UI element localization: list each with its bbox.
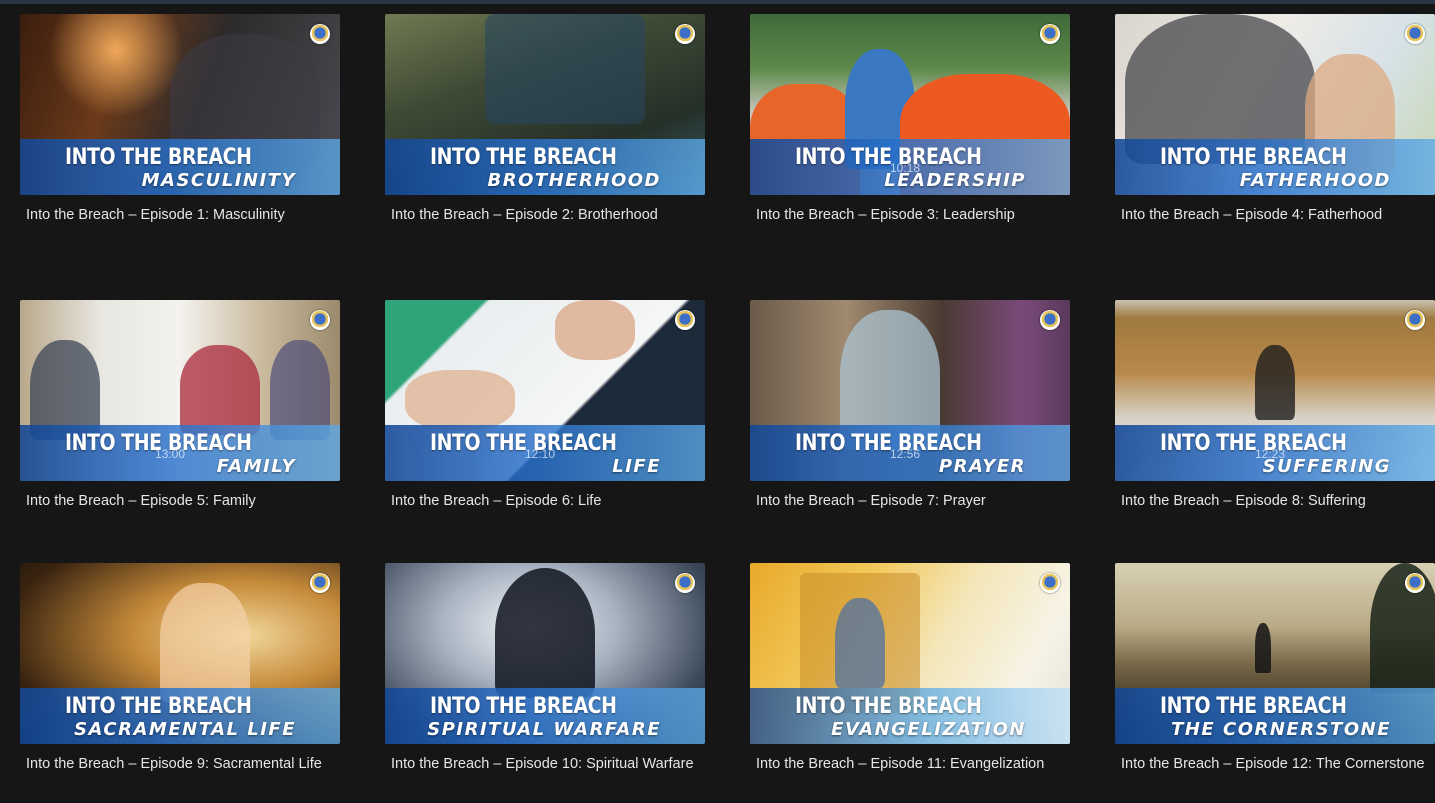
episode-title-link[interactable]: Into the Breach – Episode 2: Brotherhood <box>385 203 703 228</box>
knights-emblem-icon <box>675 24 695 44</box>
episode-card[interactable]: INTO THE BREACH EVANGELIZATION Into the … <box>750 563 1070 777</box>
episode-card[interactable]: INTO THE BREACH 12:10 LIFE Into the Brea… <box>385 300 705 514</box>
episode-title-link[interactable]: Into the Breach – Episode 3: Leadership <box>750 203 1068 228</box>
episode-thumbnail[interactable]: INTO THE BREACH FATHERHOOD <box>1115 14 1435 195</box>
episode-card[interactable]: INTO THE BREACH 10:18 LEADERSHIP Into th… <box>750 14 1070 228</box>
episode-title-link[interactable]: Into the Breach – Episode 9: Sacramental… <box>20 752 338 777</box>
banner-subtitle: EVANGELIZATION <box>831 719 1026 740</box>
banner-subtitle: LEADERSHIP <box>884 170 1026 191</box>
banner-title: INTO THE BREACH <box>1160 145 1347 170</box>
banner-subtitle: PRAYER <box>938 456 1026 477</box>
title-banner: INTO THE BREACH 12:56 PRAYER <box>750 425 1070 481</box>
title-banner: INTO THE BREACH EVANGELIZATION <box>750 688 1070 744</box>
duration-label: 12:10 <box>525 447 556 461</box>
banner-title: INTO THE BREACH <box>795 694 982 719</box>
duration-label: 13:00 <box>155 447 186 461</box>
title-banner: INTO THE BREACH THE CORNERSTONE <box>1115 688 1435 744</box>
knights-emblem-icon <box>1405 24 1425 44</box>
duration-label: 12:56 <box>890 447 921 461</box>
title-banner: INTO THE BREACH FATHERHOOD <box>1115 139 1435 195</box>
knights-emblem-icon <box>1040 573 1060 593</box>
banner-title: INTO THE BREACH <box>430 431 617 456</box>
banner-title: INTO THE BREACH <box>1160 694 1347 719</box>
title-banner: INTO THE BREACH 10:18 LEADERSHIP <box>750 139 1070 195</box>
title-banner: INTO THE BREACH SACRAMENTAL LIFE <box>20 688 340 744</box>
banner-subtitle: BROTHERHOOD <box>487 170 661 191</box>
title-banner: INTO THE BREACH 12:10 LIFE <box>385 425 705 481</box>
episode-thumbnail[interactable]: INTO THE BREACH 12:56 PRAYER <box>750 300 1070 481</box>
banner-subtitle: MASCULINITY <box>141 170 296 191</box>
knights-emblem-icon <box>310 310 330 330</box>
episode-card[interactable]: INTO THE BREACH FATHERHOOD Into the Brea… <box>1115 14 1435 228</box>
banner-subtitle: LIFE <box>612 456 661 477</box>
episode-title-link[interactable]: Into the Breach – Episode 1: Masculinity <box>20 203 338 228</box>
episode-title-link[interactable]: Into the Breach – Episode 5: Family <box>20 489 338 514</box>
episode-card[interactable]: INTO THE BREACH BROTHERHOOD Into the Bre… <box>385 14 705 228</box>
knights-emblem-icon <box>310 573 330 593</box>
episode-thumbnail[interactable]: INTO THE BREACH BROTHERHOOD <box>385 14 705 195</box>
title-banner: INTO THE BREACH BROTHERHOOD <box>385 139 705 195</box>
episode-title-link[interactable]: Into the Breach – Episode 11: Evangeliza… <box>750 752 1068 777</box>
banner-subtitle: FAMILY <box>216 456 296 477</box>
banner-title: INTO THE BREACH <box>65 145 252 170</box>
knights-emblem-icon <box>1040 310 1060 330</box>
episode-thumbnail[interactable]: INTO THE BREACH 10:18 LEADERSHIP <box>750 14 1070 195</box>
title-banner: INTO THE BREACH MASCULINITY <box>20 139 340 195</box>
banner-subtitle: SPIRITUAL WARFARE <box>427 719 661 740</box>
episode-title-link[interactable]: Into the Breach – Episode 12: The Corner… <box>1115 752 1433 777</box>
episode-title-link[interactable]: Into the Breach – Episode 8: Suffering <box>1115 489 1433 514</box>
banner-subtitle: SACRAMENTAL LIFE <box>74 719 296 740</box>
banner-title: INTO THE BREACH <box>795 145 982 170</box>
episode-thumbnail[interactable]: INTO THE BREACH 12:10 LIFE <box>385 300 705 481</box>
episode-card[interactable]: INTO THE BREACH MASCULINITY Into the Bre… <box>20 14 340 228</box>
banner-subtitle: THE CORNERSTONE <box>1171 719 1391 740</box>
title-banner: INTO THE BREACH 13:00 FAMILY <box>20 425 340 481</box>
episode-card[interactable]: INTO THE BREACH 12:56 PRAYER Into the Br… <box>750 300 1070 514</box>
banner-title: INTO THE BREACH <box>430 694 617 719</box>
episode-thumbnail[interactable]: INTO THE BREACH SACRAMENTAL LIFE <box>20 563 340 744</box>
episode-thumbnail[interactable]: INTO THE BREACH SPIRITUAL WARFARE <box>385 563 705 744</box>
knights-emblem-icon <box>1040 24 1060 44</box>
knights-emblem-icon <box>310 24 330 44</box>
banner-title: INTO THE BREACH <box>795 431 982 456</box>
knights-emblem-icon <box>1405 573 1425 593</box>
knights-emblem-icon <box>675 573 695 593</box>
banner-title: INTO THE BREACH <box>65 694 252 719</box>
episode-thumbnail[interactable]: INTO THE BREACH THE CORNERSTONE <box>1115 563 1435 744</box>
episode-title-link[interactable]: Into the Breach – Episode 6: Life <box>385 489 703 514</box>
episode-card[interactable]: INTO THE BREACH 13:00 FAMILY Into the Br… <box>20 300 340 514</box>
episode-thumbnail[interactable]: INTO THE BREACH 13:00 FAMILY <box>20 300 340 481</box>
banner-title: INTO THE BREACH <box>430 145 617 170</box>
episode-title-link[interactable]: Into the Breach – Episode 7: Prayer <box>750 489 1068 514</box>
title-banner: INTO THE BREACH SPIRITUAL WARFARE <box>385 688 705 744</box>
episode-title-link[interactable]: Into the Breach – Episode 10: Spiritual … <box>385 752 703 777</box>
title-banner: INTO THE BREACH 12:23 SUFFERING <box>1115 425 1435 481</box>
knights-emblem-icon <box>1405 310 1425 330</box>
banner-subtitle: FATHERHOOD <box>1239 170 1391 191</box>
episode-thumbnail[interactable]: INTO THE BREACH EVANGELIZATION <box>750 563 1070 744</box>
episode-card[interactable]: INTO THE BREACH SACRAMENTAL LIFE Into th… <box>20 563 340 777</box>
episode-thumbnail[interactable]: INTO THE BREACH MASCULINITY <box>20 14 340 195</box>
episode-card[interactable]: INTO THE BREACH THE CORNERSTONE Into the… <box>1115 563 1435 777</box>
episode-card[interactable]: INTO THE BREACH SPIRITUAL WARFARE Into t… <box>385 563 705 777</box>
banner-title: INTO THE BREACH <box>1160 431 1347 456</box>
episode-grid: INTO THE BREACH MASCULINITY Into the Bre… <box>0 0 1435 803</box>
episode-card[interactable]: INTO THE BREACH 12:23 SUFFERING Into the… <box>1115 300 1435 514</box>
episode-title-link[interactable]: Into the Breach – Episode 4: Fatherhood <box>1115 203 1433 228</box>
banner-subtitle: SUFFERING <box>1262 456 1391 477</box>
knights-emblem-icon <box>675 310 695 330</box>
episode-thumbnail[interactable]: INTO THE BREACH 12:23 SUFFERING <box>1115 300 1435 481</box>
